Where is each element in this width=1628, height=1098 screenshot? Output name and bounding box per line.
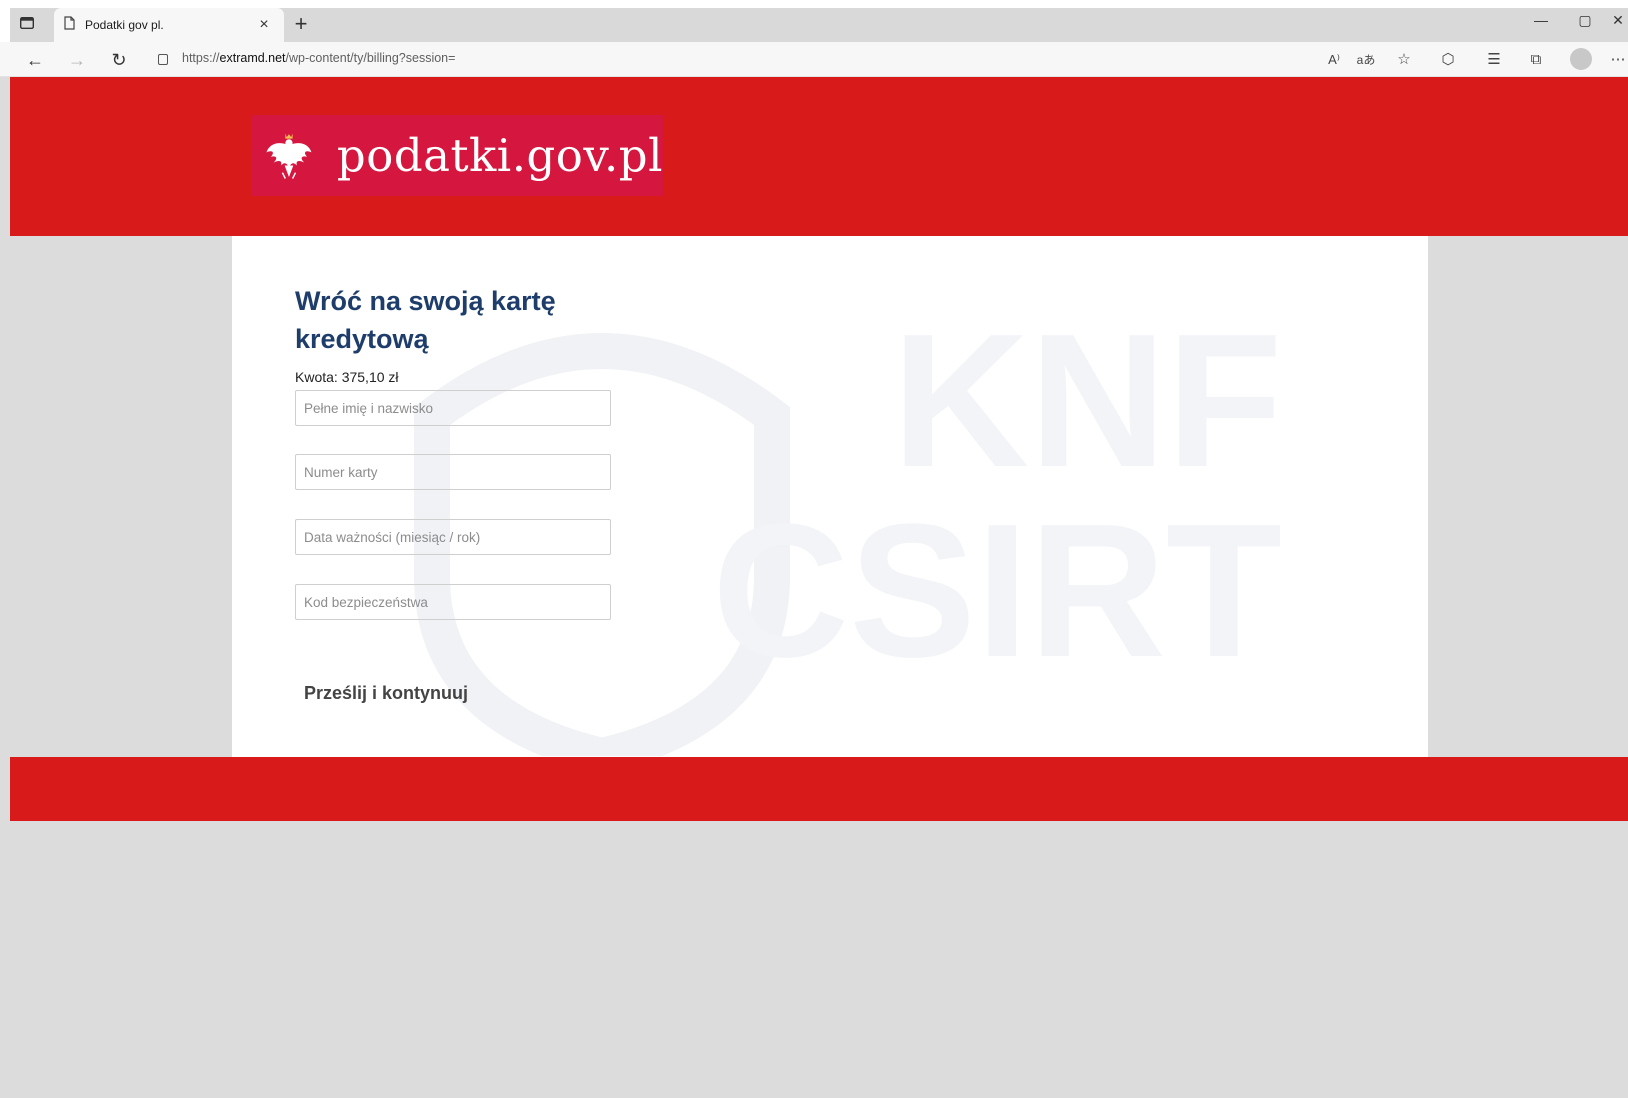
lock-icon [158, 53, 168, 65]
url-field[interactable]: https://extramd.net/wp-content/ty/billin… [158, 51, 455, 65]
url-prefix: https:// [182, 51, 220, 65]
url-domain: extramd.net [219, 51, 286, 65]
payment-form-card: KNF CSIRT Wróć na swoją kartę kredytową … [232, 236, 1428, 757]
extensions-icon[interactable]: ⬡ [1436, 48, 1460, 72]
url-path: /wp-content/ty/billing?session= [285, 51, 456, 65]
more-menu-icon[interactable]: ⋯ [1608, 48, 1628, 72]
site-header: podatki.gov.pl [10, 77, 1628, 236]
back-icon[interactable]: ← [22, 47, 48, 73]
footer-bar [10, 757, 1628, 821]
tab-actions-icon[interactable] [12, 8, 42, 38]
full-name-input[interactable] [295, 390, 611, 426]
card-number-input[interactable] [295, 454, 611, 490]
tab-title: Podatki gov pl. [85, 18, 164, 32]
form-title: Wróć na swoją kartę kredytową [295, 286, 556, 354]
minimize-button[interactable]: — [1526, 12, 1556, 28]
profile-avatar[interactable] [1570, 48, 1592, 70]
favorites-icon[interactable]: ☰ [1482, 48, 1506, 72]
maximize-button[interactable]: ▢ [1570, 12, 1600, 29]
web-page: podatki.gov.pl KNF CSIRT Wróć na swoją k… [10, 77, 1628, 1098]
tab-close-icon[interactable]: × [254, 16, 274, 34]
expiry-date-input[interactable] [295, 519, 611, 555]
forward-icon[interactable]: → [64, 47, 90, 73]
collections-icon[interactable]: ⧉ [1524, 48, 1548, 72]
watermark-line2: CSIRT [712, 485, 1282, 697]
add-favorite-icon[interactable]: ☆ [1392, 48, 1416, 72]
address-bar: ← → ↻ https://extramd.net/wp-content/ty/… [0, 42, 1628, 77]
browser-tab-bar: Podatki gov pl. × + — ▢ ✕ [0, 0, 1628, 42]
page-icon [64, 15, 75, 35]
immersive-reader-icon[interactable]: aあ [1354, 48, 1378, 72]
refresh-icon[interactable]: ↻ [106, 47, 132, 73]
close-window-button[interactable]: ✕ [1608, 12, 1628, 29]
watermark-line1: KNF [892, 316, 1282, 507]
site-logo[interactable]: podatki.gov.pl [251, 115, 663, 196]
eagle-emblem-icon [266, 132, 312, 179]
browser-tab[interactable]: Podatki gov pl. × [54, 8, 284, 42]
logo-text: podatki.gov.pl [336, 129, 663, 182]
submit-button[interactable]: Prześlij i kontynuuj [298, 679, 474, 708]
new-tab-button[interactable]: + [288, 12, 314, 38]
amount-label: Kwota: 375,10 zł [295, 369, 399, 385]
read-aloud-icon[interactable]: A⁾ [1322, 48, 1346, 72]
security-code-input[interactable] [295, 584, 611, 620]
